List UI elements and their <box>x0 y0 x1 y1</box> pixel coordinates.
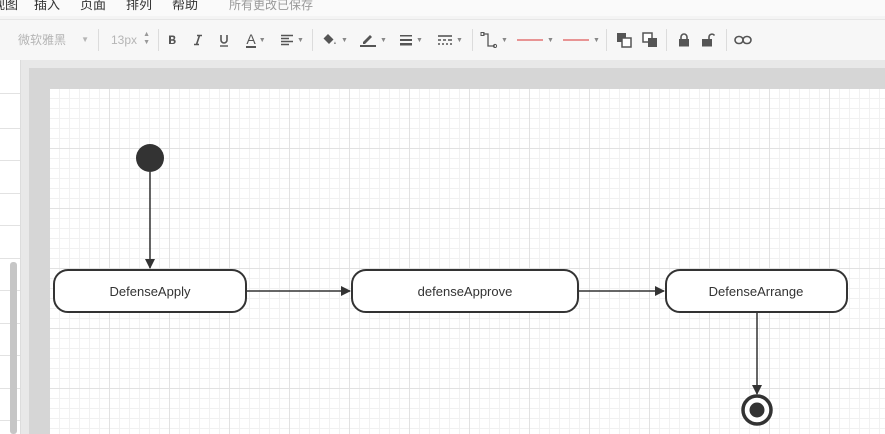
final-state-dot <box>749 402 765 418</box>
state-defense-approve[interactable]: defenseApprove <box>351 269 579 313</box>
final-state[interactable] <box>741 394 773 426</box>
state-label: DefenseApply <box>110 284 191 299</box>
state-defense-apply[interactable]: DefenseApply <box>53 269 247 313</box>
state-diagram: DefenseApply defenseApprove DefenseArran… <box>53 144 848 426</box>
state-label: DefenseArrange <box>709 284 804 299</box>
initial-state[interactable] <box>136 144 164 172</box>
state-defense-arrange[interactable]: DefenseArrange <box>665 269 848 313</box>
state-label: defenseApprove <box>418 284 513 299</box>
